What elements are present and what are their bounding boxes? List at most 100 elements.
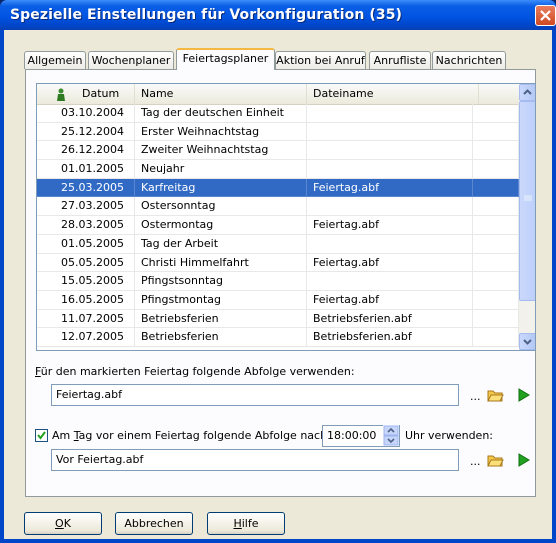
eve-sequence-browse[interactable]: ...	[470, 455, 481, 468]
column-header-dateiname[interactable]: Dateiname	[307, 84, 479, 104]
window-frame-right	[552, 30, 556, 543]
cell-name: Ostermontag	[135, 216, 307, 235]
scroll-down-button[interactable]	[519, 333, 535, 350]
play-icon[interactable]	[518, 453, 530, 467]
tab-nachrichten[interactable]: Nachrichten	[432, 51, 506, 69]
cell-date: 27.03.2005	[37, 197, 135, 217]
ok-button-accel: O	[55, 517, 64, 530]
folder-icon[interactable]	[487, 388, 504, 402]
column-header-datum[interactable]: Datum	[37, 84, 135, 104]
list-rows: 03.10.2004 Tag der deutschen Einheit 25.12…	[37, 104, 519, 347]
ok-button[interactable]: OK	[24, 512, 102, 535]
cell-empty	[473, 290, 519, 310]
table-row[interactable]: 11.07.2005 Betriebsferien Betriebsferien.a…	[37, 309, 519, 329]
cell-empty	[473, 309, 519, 329]
close-button[interactable]	[535, 5, 556, 26]
cell-name: Erster Weihnachtstag	[135, 122, 307, 142]
close-icon	[540, 10, 551, 21]
time-spinner[interactable]	[383, 425, 399, 446]
holiday-sequence-label-text: ür den markierten Feiertag folgende Abfo…	[40, 365, 355, 378]
cell-date: 15.05.2005	[37, 272, 135, 291]
cell-file: Betriebsferien.abf	[307, 309, 473, 329]
eve-sequence-label-after: Uhr verwenden:	[405, 429, 494, 442]
tab-feiertagsplaner[interactable]: Feiertagsplaner	[176, 48, 275, 70]
cell-empty	[473, 104, 519, 123]
vertical-scrollbar[interactable]	[519, 84, 535, 350]
cell-name: Zweiter Weihnachtstag	[135, 141, 307, 161]
title-bar[interactable]: Spezielle Einstellungen für Vorkonfigura…	[0, 0, 556, 30]
cell-file: Feiertag.abf	[307, 290, 473, 310]
help-button[interactable]: Hilfe	[207, 512, 285, 535]
table-row[interactable]: 01.01.2005 Neujahr	[37, 160, 519, 179]
table-row[interactable]: 03.10.2004 Tag der deutschen Einheit	[37, 104, 519, 123]
cell-name: Karfreitag	[135, 178, 307, 198]
holiday-sequence-browse[interactable]: ...	[470, 390, 481, 403]
scroll-grip-icon	[524, 195, 532, 201]
column-datum-label: Datum	[82, 87, 120, 100]
tab-wochenplaner[interactable]: Wochenplaner	[88, 51, 174, 69]
table-row[interactable]: 27.03.2005 Ostersonntag	[37, 197, 519, 217]
cell-file: Betriebsferien.abf	[307, 328, 473, 347]
cell-date: 25.12.2004	[37, 122, 135, 142]
holiday-sequence-field[interactable]: Feiertag.abf	[51, 384, 459, 406]
scroll-down-icon	[523, 339, 532, 345]
cell-file: Feiertag.abf	[307, 178, 473, 198]
cell-date: 26.12.2004	[37, 141, 135, 161]
cell-date: 11.07.2005	[37, 309, 135, 329]
table-row[interactable]: 12.07.2005 Betriebsferien Betriebsferien.a…	[37, 328, 519, 347]
cell-file	[307, 197, 473, 217]
cell-empty	[473, 253, 519, 273]
cell-date: 16.05.2005	[37, 290, 135, 310]
cell-empty	[473, 272, 519, 291]
table-row[interactable]: 26.12.2004 Zweiter Weihnachtstag	[37, 141, 519, 161]
tab-aktion-bei-anruf[interactable]: Aktion bei Anruf	[275, 51, 366, 69]
cell-name: Tag der Arbeit	[135, 234, 307, 254]
scroll-thumb[interactable]	[519, 101, 535, 301]
cell-file	[307, 234, 473, 254]
cell-name: Christi Himmelfahrt	[135, 253, 307, 273]
scroll-up-button[interactable]	[519, 84, 535, 101]
table-row[interactable]: 25.12.2004 Erster Weihnachtstag	[37, 122, 519, 142]
eve-sequence-checkbox[interactable]	[35, 429, 48, 442]
table-row[interactable]: 05.05.2005 Christi Himmelfahrt Feiertag.ab…	[37, 253, 519, 273]
table-row[interactable]: 01.05.2005 Tag der Arbeit	[37, 234, 519, 254]
cell-name: Ostersonntag	[135, 197, 307, 217]
tab-anrufliste[interactable]: Anrufliste	[369, 51, 431, 69]
cell-name: Pfingstmontag	[135, 290, 307, 310]
table-row[interactable]: 16.05.2005 Pfingstmontag Feiertag.abf	[37, 290, 519, 310]
table-row[interactable]: 28.03.2005 Ostermontag Feiertag.abf	[37, 216, 519, 235]
spin-icon	[383, 425, 399, 446]
cancel-button[interactable]: Abbrechen	[115, 512, 193, 535]
cell-name: Betriebsferien	[135, 328, 307, 347]
cell-date: 25.03.2005	[37, 178, 135, 198]
cell-file	[307, 104, 473, 123]
cell-file	[307, 122, 473, 142]
cell-file	[307, 160, 473, 179]
table-row[interactable]: 25.03.2005 Karfreitag Feiertag.abf	[37, 178, 519, 198]
cell-file	[307, 272, 473, 291]
cell-date: 03.10.2004	[37, 104, 135, 123]
help-button-accel: H	[233, 517, 242, 530]
cell-name: Tag der deutschen Einheit	[135, 104, 307, 123]
cell-name: Betriebsferien	[135, 309, 307, 329]
ok-button-label: K	[63, 517, 71, 530]
cell-empty	[473, 122, 519, 142]
cell-file: Feiertag.abf	[307, 216, 473, 235]
table-row[interactable]: 15.05.2005 Pfingstsonntag	[37, 272, 519, 291]
eve-sequence-field[interactable]: Vor Feiertag.abf	[51, 449, 459, 471]
cell-empty	[473, 234, 519, 254]
cell-date: 28.03.2005	[37, 216, 135, 235]
column-header-name[interactable]: Name	[135, 84, 307, 104]
cell-file: Feiertag.abf	[307, 253, 473, 273]
cell-empty	[473, 328, 519, 347]
holiday-list[interactable]: Datum Name Dateiname 03.10.2004 Tag der d…	[36, 83, 536, 351]
folder-icon[interactable]	[487, 453, 504, 467]
cell-empty	[473, 178, 519, 198]
tab-allgemein[interactable]: Allgemein	[24, 51, 86, 69]
cell-date: 12.07.2005	[37, 328, 135, 347]
cell-empty	[473, 160, 519, 179]
column-dateiname-label: Dateiname	[313, 87, 374, 100]
play-icon[interactable]	[518, 388, 530, 402]
cell-date: 01.01.2005	[37, 160, 135, 179]
eve-sequence-label-post: ag vor einem Feiertag folgende Abfolge n…	[78, 429, 328, 442]
